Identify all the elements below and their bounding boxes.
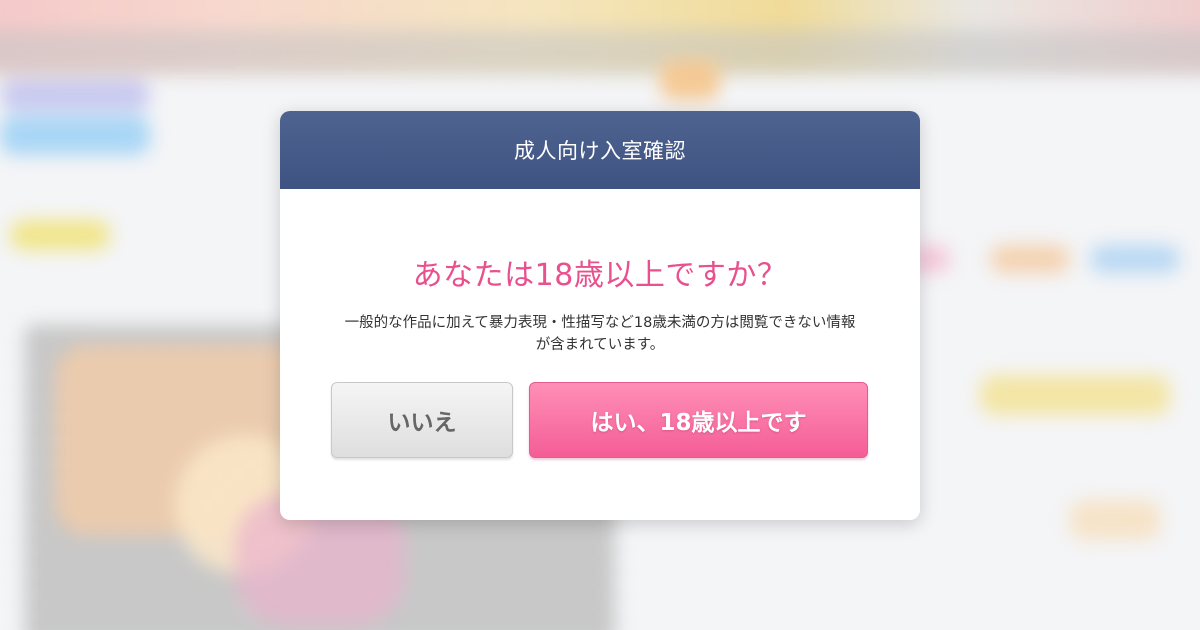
warning-description-line1: 一般的な作品に加えて暴力表現・性描写など18歳未満の方は閲覧できない情報 <box>344 315 856 331</box>
age-question: あなたは18歳以上ですか？ <box>412 258 788 293</box>
page: 成人向け入室確認 あなたは18歳以上ですか？ 一般的な作品に加えて暴力表現・性描… <box>0 0 1200 630</box>
modal-header: 成人向け入室確認 <box>280 111 920 189</box>
age-verification-modal: 成人向け入室確認 あなたは18歳以上ですか？ 一般的な作品に加えて暴力表現・性描… <box>280 111 920 520</box>
yes-over-18-button[interactable]: はい、18歳以上です <box>529 382 868 458</box>
background-header <box>0 0 1200 75</box>
warning-description-line2: が含まれています。 <box>535 337 665 353</box>
warning-description: 一般的な作品に加えて暴力表現・性描写など18歳未満の方は閲覧できない情報 が含ま… <box>330 312 870 356</box>
button-row: いいえ はい、18歳以上です <box>331 382 868 458</box>
modal-title: 成人向け入室確認 <box>514 139 686 163</box>
no-button[interactable]: いいえ <box>331 382 513 458</box>
